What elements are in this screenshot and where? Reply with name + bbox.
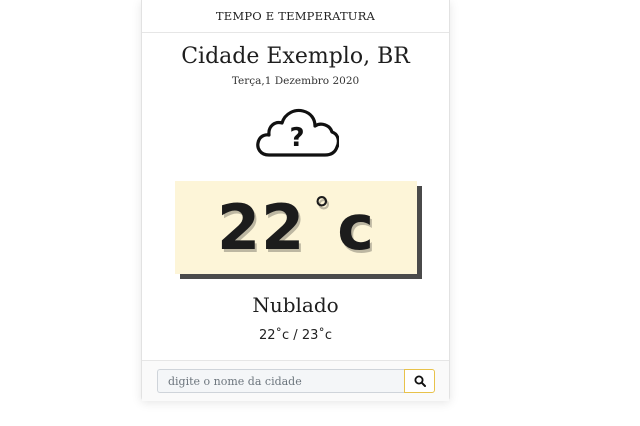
weather-condition: Nublado [252, 293, 339, 317]
app-title: TEMPO E TEMPERATURA [215, 9, 376, 23]
temperature-box: 22 ° c [175, 181, 417, 274]
search-footer [142, 360, 449, 401]
search-button[interactable] [404, 369, 435, 393]
temperature-value: 22 [216, 191, 306, 264]
city-name: Cidade Exemplo, BR [181, 44, 410, 69]
city-search-input[interactable] [157, 369, 404, 393]
temperature-display: 22 ° c [217, 191, 375, 264]
temperature-range: 22˚c / 23˚c [258, 328, 333, 343]
search-icon [414, 375, 426, 387]
cloud-question-icon: ? [256, 108, 339, 157]
current-date: Terça,1 Dezembro 2020 [231, 75, 360, 87]
weather-card: TEMPO E TEMPERATURA Cidade Exemplo, BR T… [141, 0, 450, 401]
svg-text:?: ? [289, 123, 304, 153]
degree-symbol: ° [313, 190, 332, 230]
temperature-unit: c [337, 191, 376, 264]
card-header: TEMPO E TEMPERATURA [142, 0, 449, 33]
